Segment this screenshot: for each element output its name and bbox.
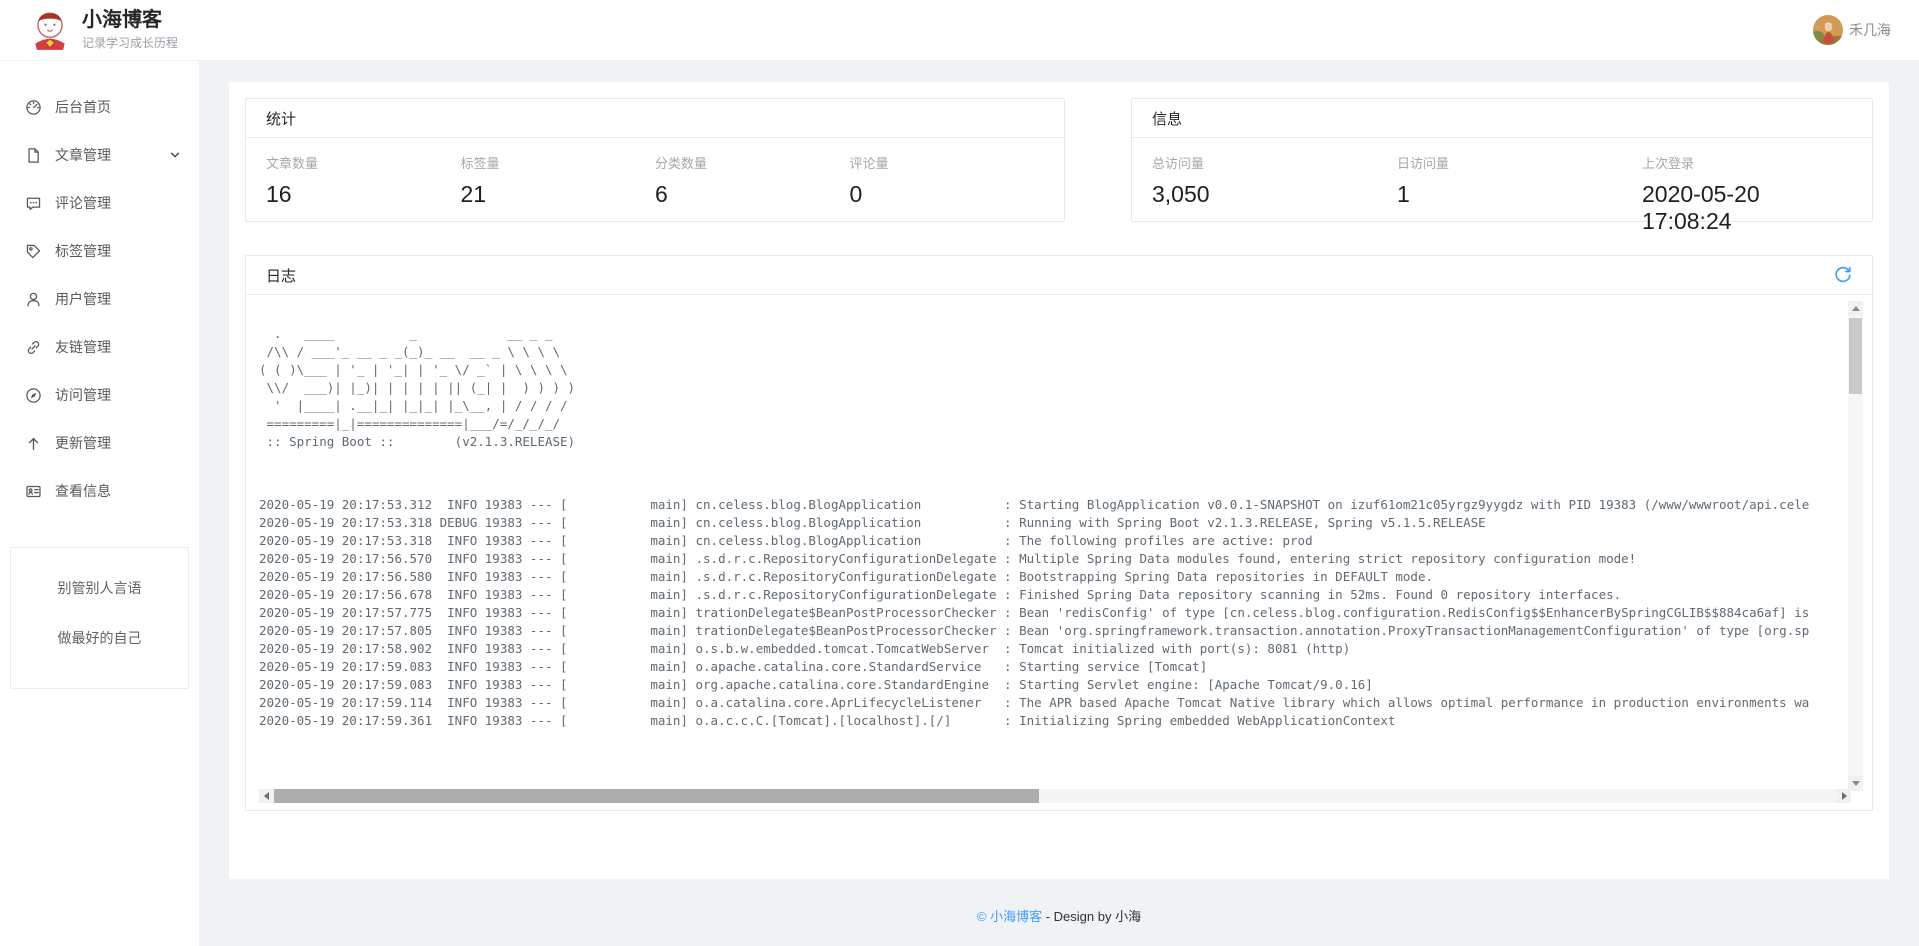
sidebar-item-label: 友链管理 <box>55 337 111 357</box>
info-card-header: 信息 <box>1132 99 1872 138</box>
triangle-right-icon <box>1842 792 1847 800</box>
log-vertical-scrollbar[interactable] <box>1848 301 1863 791</box>
refresh-icon[interactable] <box>1834 266 1852 284</box>
motto-line: 做最好的自己 <box>17 628 182 648</box>
link-icon <box>25 339 42 356</box>
sidebar-menu: 后台首页 文章管理 评论管理 <box>0 83 199 515</box>
sidebar-item-label: 访问管理 <box>55 385 111 405</box>
sidebar-item-label: 文章管理 <box>55 145 111 165</box>
file-icon <box>25 147 42 164</box>
sidebar-item-updates[interactable]: 更新管理 <box>0 419 199 467</box>
log-card: 日志 . ____ _ __ _ _ /\\ / ___'_ __ _ _(_)… <box>245 255 1873 811</box>
info-card-title: 信息 <box>1152 108 1182 129</box>
scroll-right-arrow[interactable] <box>1837 789 1851 803</box>
footer-site-link[interactable]: © 小海博客 <box>977 909 1042 924</box>
idcard-icon <box>25 483 42 500</box>
sidebar-item-users[interactable]: 用户管理 <box>0 275 199 323</box>
sidebar-item-label: 查看信息 <box>55 481 111 501</box>
dashboard-icon <box>25 99 42 116</box>
sidebar-item-friend-links[interactable]: 友链管理 <box>0 323 199 371</box>
log-card-title: 日志 <box>266 265 296 286</box>
comment-icon <box>25 195 42 212</box>
stat-total-visits: 总访问量 3,050 <box>1152 153 1397 235</box>
sidebar-item-label: 评论管理 <box>55 193 111 213</box>
username: 禾几海 <box>1849 20 1891 40</box>
stats-card-title: 统计 <box>266 108 296 129</box>
info-card: 信息 总访问量 3,050 日访问量 1 上次登录 2020-05-20 17:… <box>1131 98 1873 222</box>
app-header: 小海博客 记录学习成长历程 禾几海 <box>0 0 1919 61</box>
log-horizontal-scrollbar[interactable] <box>259 789 1851 803</box>
sidebar-item-label: 后台首页 <box>55 97 111 117</box>
triangle-up-icon <box>1852 306 1860 311</box>
compass-icon <box>25 387 42 404</box>
horizontal-scroll-thumb[interactable] <box>274 789 1039 803</box>
site-title: 小海博客 <box>82 9 178 31</box>
arrow-up-icon <box>25 435 42 452</box>
brand-block: 小海博客 记录学习成长历程 <box>82 9 178 51</box>
triangle-down-icon <box>1852 781 1860 786</box>
motto-line: 别管别人言语 <box>17 578 182 598</box>
sidebar-item-comments[interactable]: 评论管理 <box>0 179 199 227</box>
tag-icon <box>25 243 42 260</box>
blog-mascot-logo-icon <box>28 8 72 52</box>
log-card-header: 日志 <box>246 256 1872 295</box>
stats-card-body: 文章数量 16 标签量 21 分类数量 6 评论量 0 <box>246 138 1064 208</box>
sidebar-item-tags[interactable]: 标签管理 <box>0 227 199 275</box>
main-content: 统计 文章数量 16 标签量 21 分类数量 6 评论量 0 信息 <box>229 82 1889 879</box>
sidebar-item-visits[interactable]: 访问管理 <box>0 371 199 419</box>
vertical-scroll-thumb[interactable] <box>1849 318 1862 394</box>
scroll-up-arrow[interactable] <box>1848 301 1863 316</box>
info-card-body: 总访问量 3,050 日访问量 1 上次登录 2020-05-20 17:08:… <box>1132 138 1872 235</box>
chevron-down-icon <box>169 149 181 161</box>
sidebar-item-view-info[interactable]: 查看信息 <box>0 467 199 515</box>
page-footer: © 小海博客 - Design by 小海 <box>199 906 1919 925</box>
sidebar-item-label: 标签管理 <box>55 241 111 261</box>
sidebar: 后台首页 文章管理 评论管理 <box>0 61 199 946</box>
stat-article-count: 文章数量 16 <box>266 153 461 208</box>
stats-card-header: 统计 <box>246 99 1064 138</box>
user-avatar <box>1813 15 1843 45</box>
sidebar-item-label: 用户管理 <box>55 289 111 309</box>
scroll-left-arrow[interactable] <box>259 789 273 803</box>
log-lines: 2020-05-19 20:17:53.312 INFO 19383 --- [… <box>246 496 1872 730</box>
user-icon <box>25 291 42 308</box>
sidebar-item-articles[interactable]: 文章管理 <box>0 131 199 179</box>
triangle-left-icon <box>264 792 269 800</box>
footer-design-text: - Design by 小海 <box>1042 909 1141 924</box>
log-output: . ____ _ __ _ _ /\\ / ___'_ __ _ _(_)_ _… <box>246 295 1872 810</box>
sidebar-item-dashboard[interactable]: 后台首页 <box>0 83 199 131</box>
stat-daily-visits: 日访问量 1 <box>1397 153 1642 235</box>
stat-comment-count: 评论量 0 <box>850 153 1045 208</box>
stat-category-count: 分类数量 6 <box>655 153 850 208</box>
site-subtitle: 记录学习成长历程 <box>82 34 178 51</box>
stat-tag-count: 标签量 21 <box>461 153 656 208</box>
stats-card: 统计 文章数量 16 标签量 21 分类数量 6 评论量 0 <box>245 98 1065 222</box>
user-menu[interactable]: 禾几海 <box>1813 15 1891 45</box>
motto-box: 别管别人言语 做最好的自己 <box>10 547 189 689</box>
spring-boot-banner: . ____ _ __ _ _ /\\ / ___'_ __ _ _(_)_ _… <box>246 295 1872 451</box>
stat-last-login: 上次登录 2020-05-20 17:08:24 <box>1642 153 1852 235</box>
sidebar-item-label: 更新管理 <box>55 433 111 453</box>
